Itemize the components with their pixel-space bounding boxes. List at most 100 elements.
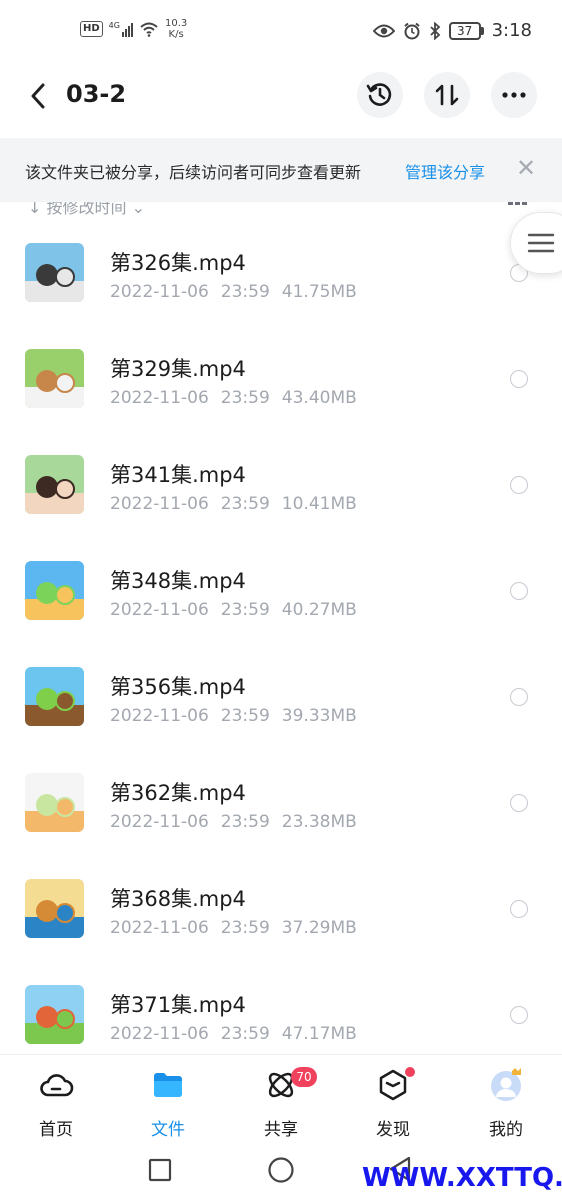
video-thumbnail <box>25 879 84 938</box>
video-thumbnail <box>25 561 84 620</box>
video-thumbnail <box>25 349 84 408</box>
video-thumbnail <box>25 773 84 832</box>
thumbnail-image <box>25 667 84 726</box>
nav-share[interactable]: 70 共享 <box>241 1067 321 1147</box>
file-row[interactable]: 第329集.mp4 2022-11-06 23:59 43.40MB <box>0 326 562 432</box>
file-date: 2022-11-06 <box>110 600 209 620</box>
avatar-icon <box>491 1068 521 1101</box>
file-name: 第326集.mp4 <box>110 251 246 275</box>
file-name: 第356集.mp4 <box>110 675 246 699</box>
file-time: 23:59 <box>220 918 270 938</box>
discover-dot <box>405 1067 415 1077</box>
history-button[interactable] <box>357 72 403 118</box>
file-meta: 2022-11-06 23:59 37.29MB <box>110 918 357 938</box>
file-time: 23:59 <box>220 1024 270 1044</box>
net-speed-unit: K/s <box>168 29 184 40</box>
file-row[interactable]: 第341集.mp4 2022-11-06 23:59 10.41MB <box>0 432 562 538</box>
transfer-updown-icon <box>435 84 459 106</box>
file-time: 23:59 <box>220 706 270 726</box>
file-date: 2022-11-06 <box>110 1024 209 1044</box>
page-title: 03-2 <box>66 80 127 108</box>
nav-discover[interactable]: 发现 <box>353 1067 433 1147</box>
more-button[interactable] <box>491 72 537 118</box>
chevron-left-icon <box>31 83 45 109</box>
more-dots-icon <box>502 92 526 98</box>
select-radio[interactable] <box>510 900 528 918</box>
select-radio[interactable] <box>510 582 528 600</box>
share-badge: 70 <box>291 1067 317 1087</box>
circle-icon <box>268 1157 294 1183</box>
nav-mine[interactable]: 我的 <box>466 1067 546 1147</box>
file-meta: 2022-11-06 23:59 39.33MB <box>110 706 357 726</box>
bottom-nav: 首页 文件 70 共享 发现 我的 <box>0 1054 562 1150</box>
file-row[interactable]: 第326集.mp4 2022-11-06 23:59 41.75MB <box>0 220 562 326</box>
page-header: 03-2 <box>0 64 562 136</box>
file-row[interactable]: 第371集.mp4 2022-11-06 23:59 47.17MB <box>0 962 562 1068</box>
alarm-icon <box>403 22 420 39</box>
share-banner-text: 该文件夹已被分享，后续访问者可同步查看更新 <box>25 163 362 182</box>
file-meta: 2022-11-06 23:59 47.17MB <box>110 1024 357 1044</box>
app-screen: HD 4G 10.3 K/s 37 3:18 03-2 ↓ 按修改时间 ⌄ 该文… <box>0 0 562 1200</box>
file-list: 第326集.mp4 2022-11-06 23:59 41.75MB 第329集.mp4… <box>0 220 562 1068</box>
watermark-text: WWW.XXTTQ.COM <box>362 1163 562 1193</box>
nav-home-label: 首页 <box>39 1120 73 1140</box>
back-button[interactable] <box>22 78 54 114</box>
file-date: 2022-11-06 <box>110 494 209 514</box>
file-row[interactable]: 第362集.mp4 2022-11-06 23:59 23.38MB <box>0 750 562 856</box>
file-name: 第371集.mp4 <box>110 993 246 1017</box>
history-icon <box>366 83 392 106</box>
thumbnail-image <box>25 773 84 832</box>
file-meta: 2022-11-06 23:59 41.75MB <box>110 282 357 302</box>
file-row[interactable]: 第348集.mp4 2022-11-06 23:59 40.27MB <box>0 538 562 644</box>
square-icon <box>148 1158 172 1182</box>
select-radio[interactable] <box>510 370 528 388</box>
share-banner: 该文件夹已被分享，后续访问者可同步查看更新 管理该分享 ✕ <box>0 138 562 202</box>
file-size: 37.29MB <box>281 918 357 938</box>
video-thumbnail <box>25 985 84 1044</box>
status-bar: HD 4G 10.3 K/s 37 3:18 <box>0 0 562 64</box>
bluetooth-icon <box>429 21 440 40</box>
nav-files[interactable]: 文件 <box>128 1067 208 1147</box>
file-size: 43.40MB <box>281 388 357 408</box>
file-size: 10.41MB <box>281 494 357 514</box>
file-meta: 2022-11-06 23:59 43.40MB <box>110 388 357 408</box>
status-left: HD 4G 10.3 K/s <box>80 18 187 40</box>
file-row[interactable]: 第368集.mp4 2022-11-06 23:59 37.29MB <box>0 856 562 962</box>
file-row[interactable]: 第356集.mp4 2022-11-06 23:59 39.33MB <box>0 644 562 750</box>
video-thumbnail <box>25 455 84 514</box>
recents-button[interactable] <box>148 1158 172 1186</box>
file-size: 40.27MB <box>281 600 357 620</box>
clock: 3:18 <box>491 20 532 41</box>
cloud-home-icon <box>40 1074 74 1097</box>
file-meta: 2022-11-06 23:59 10.41MB <box>110 494 357 514</box>
select-radio[interactable] <box>510 794 528 812</box>
file-name: 第362集.mp4 <box>110 781 246 805</box>
thumbnail-image <box>25 879 84 938</box>
transfer-button[interactable] <box>424 72 470 118</box>
menu-lines-icon <box>527 233 555 253</box>
file-name: 第368集.mp4 <box>110 887 246 911</box>
file-size: 41.75MB <box>281 282 357 302</box>
nav-files-label: 文件 <box>151 1120 185 1140</box>
file-name: 第329集.mp4 <box>110 357 246 381</box>
select-radio[interactable] <box>510 1006 528 1024</box>
file-date: 2022-11-06 <box>110 282 209 302</box>
battery-level: 37 <box>448 21 481 40</box>
eye-icon <box>372 24 395 37</box>
file-date: 2022-11-06 <box>110 918 209 938</box>
nav-home[interactable]: 首页 <box>16 1067 96 1147</box>
close-icon[interactable]: ✕ <box>516 154 536 182</box>
manage-share-link[interactable]: 管理该分享 <box>405 159 485 183</box>
file-time: 23:59 <box>220 812 270 832</box>
file-meta: 2022-11-06 23:59 23.38MB <box>110 812 357 832</box>
net-speed: 10.3 K/s <box>165 18 187 40</box>
wifi-icon <box>140 22 158 37</box>
file-date: 2022-11-06 <box>110 812 209 832</box>
net-speed-value: 10.3 <box>164 18 188 29</box>
home-button[interactable] <box>267 1156 295 1188</box>
file-meta: 2022-11-06 23:59 40.27MB <box>110 600 357 620</box>
select-radio[interactable] <box>510 688 528 706</box>
select-radio[interactable] <box>510 476 528 494</box>
file-size: 23.38MB <box>281 812 357 832</box>
signal-icon: 4G <box>109 21 133 37</box>
